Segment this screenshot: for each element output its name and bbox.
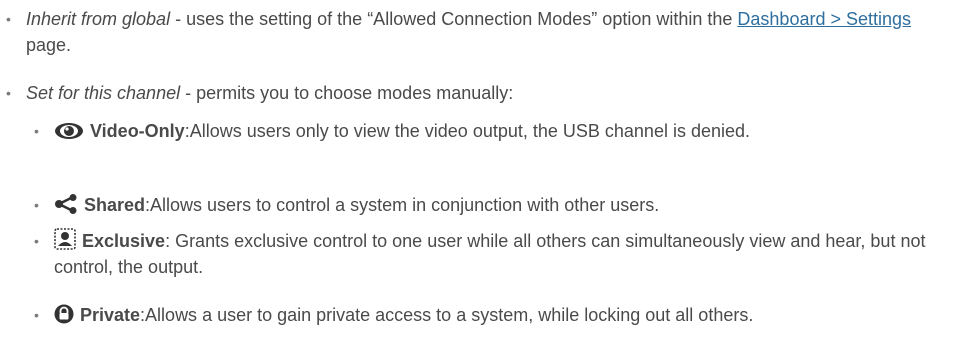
bullet: • <box>34 197 39 213</box>
exclusive-user-icon <box>54 228 76 250</box>
mode-item-shared: • Shared:Allows users to control a syste… <box>34 192 966 218</box>
bullet: • <box>6 85 11 101</box>
mode-item-exclusive: • Exclusive: Grants exclusive control to… <box>34 228 966 280</box>
share-icon <box>54 194 78 214</box>
dashboard-settings-link[interactable]: Dashboard > Settings <box>737 9 911 29</box>
mode-description: : Grants exclusive control to one user w… <box>54 231 926 277</box>
bullet: • <box>34 233 39 249</box>
bullet: • <box>6 11 11 27</box>
mode-description: :Allows users only to view the video out… <box>184 121 751 141</box>
option-term: Inherit from global <box>26 9 171 29</box>
bullet: • <box>34 307 39 323</box>
eye-icon <box>54 122 84 140</box>
option-term: Set for this channel <box>26 83 181 103</box>
mode-label: Exclusive <box>82 231 166 251</box>
mode-label: Video-Only <box>90 121 185 141</box>
mode-description: :Allows users to control a system in con… <box>145 195 660 215</box>
list-item-set-for-this-channel: • Set for this channel - permits you to … <box>6 80 966 106</box>
option-description-end: page. <box>26 35 72 55</box>
mode-item-video-only: • Video-Only:Allows users only to view t… <box>34 118 966 144</box>
option-description: - uses the setting of the “Allowed Conne… <box>170 9 738 29</box>
bullet: • <box>34 123 39 139</box>
mode-item-private: • Private:Allows a user to gain private … <box>34 302 966 328</box>
lock-icon <box>54 304 74 324</box>
list-item-inherit-from-global: • Inherit from global - uses the setting… <box>6 6 966 58</box>
mode-label: Shared <box>84 195 146 215</box>
mode-label: Private <box>80 305 141 325</box>
document-body: • Inherit from global - uses the setting… <box>0 0 969 357</box>
option-description: - permits you to choose modes manually: <box>180 83 514 103</box>
mode-description: :Allows a user to gain private access to… <box>140 305 754 325</box>
